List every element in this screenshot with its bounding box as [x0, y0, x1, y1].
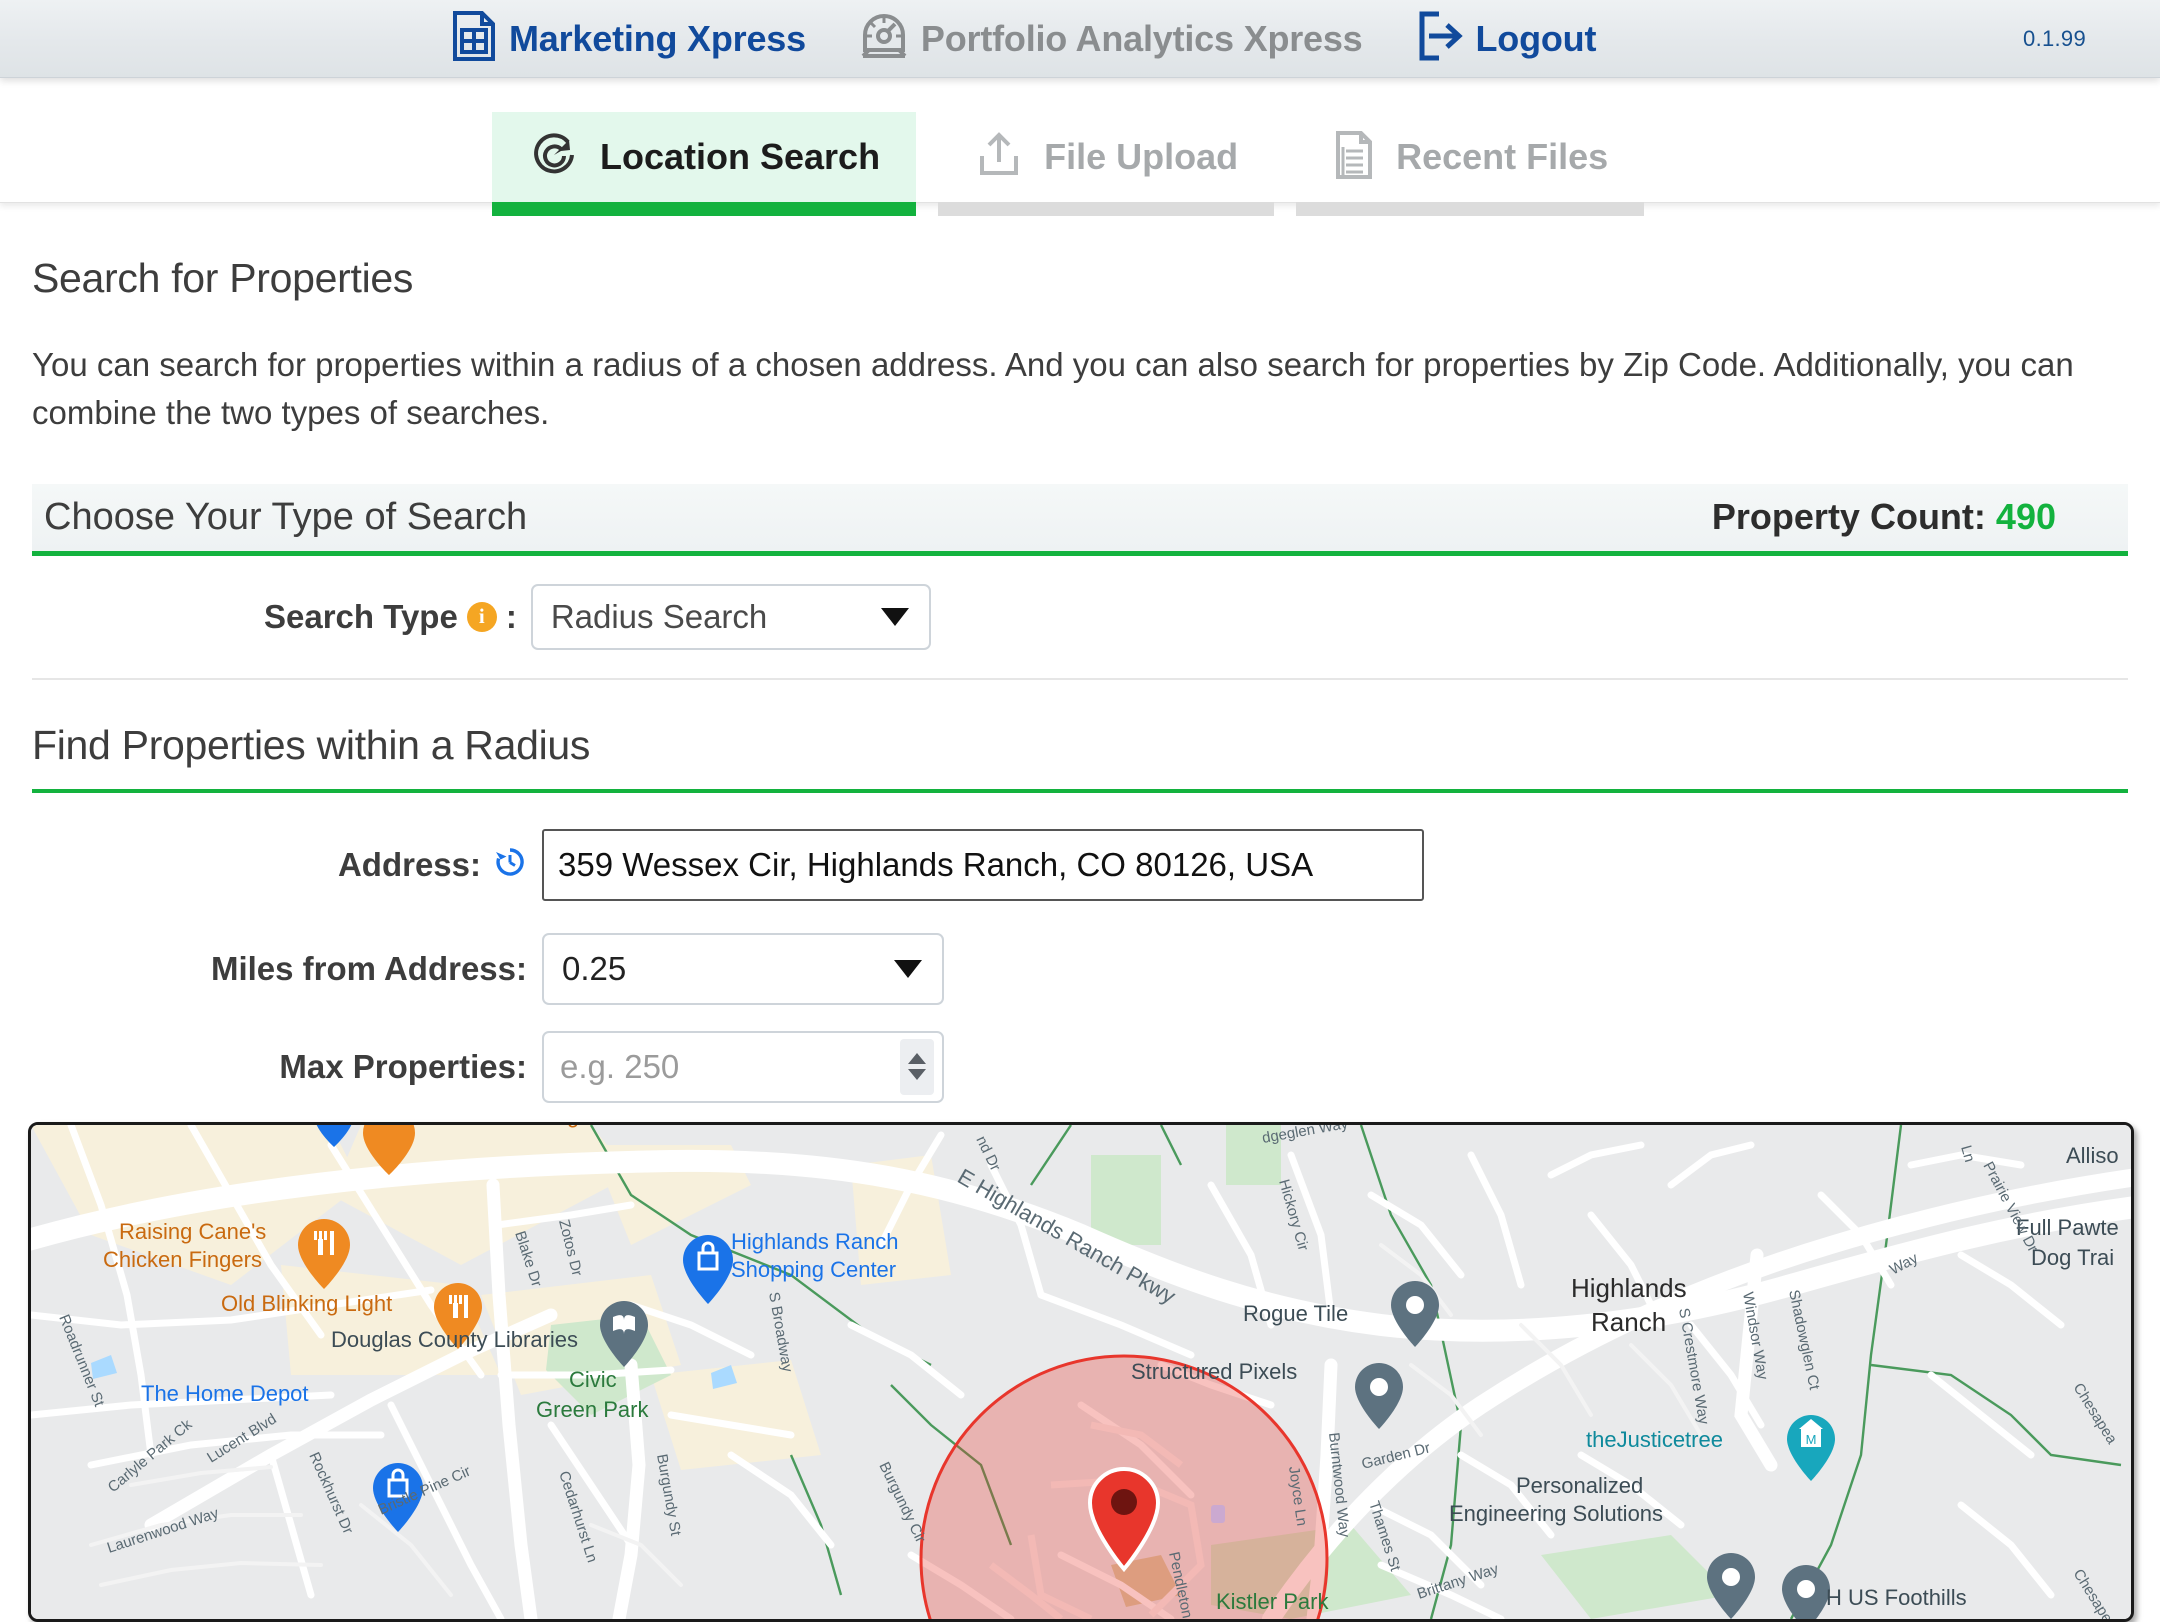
tab-label: File Upload [1044, 136, 1239, 177]
search-type-select[interactable]: Radius Search [530, 583, 931, 650]
app-version: 0.1.99 [2023, 25, 2086, 51]
map-label-highlands-ranch-2: Ranch [1591, 1307, 1666, 1337]
address-label-col: Address: [32, 845, 542, 884]
map-label-civic-green-park-1: Civic [569, 1367, 617, 1392]
max-properties-row: Max Properties: [32, 1030, 2128, 1103]
map-label-raising-canes-1: Raising Cane's [119, 1219, 266, 1244]
gauge-icon [860, 10, 908, 67]
main-tab-bar: Location Search File Upload Recent Files [0, 78, 2160, 216]
quantity-stepper[interactable] [900, 1038, 934, 1095]
address-row: Address: [32, 828, 2128, 901]
nav-link-marketing-xpress[interactable]: Marketing Xpress [452, 10, 806, 67]
map-label-douglas-county-libraries: Douglas County Libraries [331, 1327, 578, 1352]
map-label-highlands-ranch-shopping-center-2: Shopping Center [731, 1257, 896, 1282]
miles-row: Miles from Address: 0.25 [32, 932, 2128, 1005]
map-label-highlands-ranch-1: Highlands [1571, 1273, 1687, 1303]
search-type-label-text: Search Type [264, 597, 458, 635]
tabs-container: Location Search File Upload Recent Files [492, 78, 1645, 216]
page-title: Search for Properties [32, 255, 414, 301]
map-canvas[interactable]: .rd { stroke:#ffffff; fill:none; stroke-… [31, 1125, 2131, 1619]
history-clock-icon[interactable] [493, 845, 527, 884]
property-count: Property Count: 490 [1712, 496, 2112, 538]
map-label-full-pawte-2: Dog Trai [2031, 1245, 2114, 1270]
search-type-band: Choose Your Type of Search Property Coun… [32, 483, 2128, 556]
header-nav-links: Marketing Xpress Portfolio Analytics Xpr… [452, 10, 1596, 67]
map-label-raising-canes-2: Chicken Fingers [103, 1247, 262, 1272]
svg-text:M: M [1806, 1432, 1817, 1447]
miles-label-col: Miles from Address: [32, 950, 542, 988]
map-label-structured-pixels: Structured Pixels [1131, 1359, 1297, 1384]
tab-file-upload[interactable]: File Upload [938, 112, 1275, 216]
target-icon [528, 129, 580, 186]
map-label-thejusticetree: theJusticetree [1586, 1427, 1723, 1452]
miles-label: Miles from Address: [210, 949, 527, 987]
miles-value: 0.25 [562, 949, 627, 987]
map-label-rogue-tile: Rogue Tile [1243, 1301, 1348, 1326]
map-label-h-us-foothills: H US Foothills [1826, 1585, 1967, 1610]
address-input[interactable] [542, 828, 1424, 901]
stepper-down-icon[interactable] [908, 1069, 926, 1081]
chevron-down-icon [880, 607, 909, 626]
spreadsheet-icon [452, 10, 496, 67]
radius-section-rule [32, 788, 2128, 793]
map-label-civic-green-park-2: Green Park [536, 1397, 649, 1422]
nav-link-logout[interactable]: Logout [1417, 10, 1597, 67]
map-label-highlands-ranch-shopping-center-1: Highlands Ranch [731, 1229, 899, 1254]
map-label-old-blinking-light: Old Blinking Light [221, 1291, 392, 1316]
nav-link-label: Portfolio Analytics Xpress [920, 17, 1363, 59]
map-label-buffalo-wild-wings: Buffalo Wild Wings [406, 1125, 590, 1128]
map-label-the-home-depot: The Home Depot [141, 1381, 309, 1406]
tab-inactive-underline [938, 202, 1275, 216]
map-label-personalized-1: Personalized [1516, 1473, 1643, 1498]
tab-recent-files[interactable]: Recent Files [1296, 112, 1645, 216]
search-type-label: Search Type i : [264, 598, 517, 636]
miles-select[interactable]: 0.25 [542, 932, 944, 1005]
map-label-personalized-2: Engineering Solutions [1449, 1501, 1663, 1526]
max-properties-label-col: Max Properties: [32, 1048, 542, 1086]
upload-icon [974, 129, 1024, 186]
nav-link-label: Marketing Xpress [509, 17, 806, 59]
max-properties-field [542, 1030, 944, 1103]
top-header-bar: Marketing Xpress Portfolio Analytics Xpr… [0, 0, 2160, 78]
info-icon[interactable]: i [466, 601, 497, 632]
max-properties-input[interactable] [544, 1032, 874, 1101]
radius-section-title: Find Properties within a Radius [32, 721, 591, 768]
property-count-label: Property Count: [1711, 496, 1986, 538]
logout-icon [1417, 10, 1463, 67]
tab-label: Location Search [600, 136, 881, 177]
results-map[interactable]: .rd { stroke:#ffffff; fill:none; stroke-… [28, 1122, 2134, 1622]
document-lines-icon [1332, 129, 1376, 186]
address-label: Address: [337, 845, 481, 883]
page-content: Search for Properties You can search for… [0, 203, 2160, 1103]
map-label-kistler-park: Kistler Park [1216, 1589, 1329, 1614]
property-count-value: 490 [1995, 496, 2056, 538]
max-properties-label: Max Properties: [279, 1047, 527, 1085]
tab-inactive-underline [1296, 202, 1645, 216]
search-type-row: Search Type i : Radius Search [32, 556, 2128, 680]
nav-link-label: Logout [1475, 17, 1597, 59]
map-label-alliso: Alliso [2066, 1143, 2119, 1168]
page-description: You can search for properties within a r… [32, 346, 2074, 431]
stepper-up-icon[interactable] [908, 1053, 926, 1065]
map-poi-dot-purple [1211, 1505, 1225, 1523]
search-type-colon: : [505, 597, 517, 635]
search-type-value: Radius Search [550, 597, 768, 635]
tab-active-underline [492, 202, 917, 216]
chevron-down-icon [894, 959, 922, 978]
tab-location-search[interactable]: Location Search [492, 112, 917, 216]
tab-label: Recent Files [1396, 136, 1609, 177]
search-band-title: Choose Your Type of Search [44, 495, 528, 538]
nav-link-portfolio-analytics-xpress[interactable]: Portfolio Analytics Xpress [860, 10, 1363, 67]
